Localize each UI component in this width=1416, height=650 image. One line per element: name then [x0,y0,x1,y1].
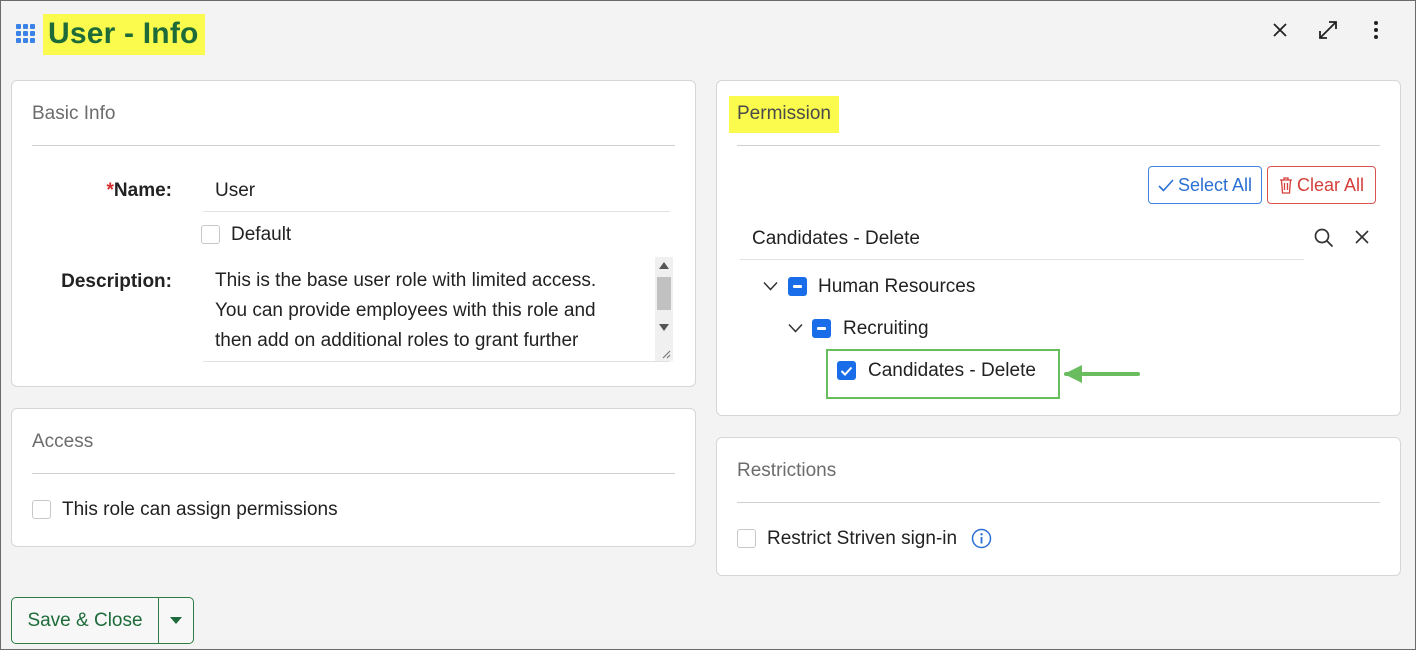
save-options-dropdown[interactable] [159,598,193,643]
divider [737,502,1380,503]
name-label: *Name: [60,180,172,202]
close-button[interactable] [1266,16,1294,44]
search-button[interactable] [1314,228,1336,250]
basic-info-title: Basic Info [32,103,116,124]
check-icon [840,366,853,376]
resize-grip-icon[interactable] [661,349,671,359]
save-button-group: Save & Close [11,597,194,644]
select-all-label: Select All [1177,174,1253,195]
save-close-button[interactable]: Save & Close [12,598,159,643]
trash-icon [1279,176,1292,194]
access-title: Access [32,431,94,452]
expand-button[interactable] [1314,16,1342,44]
tree-checkbox-checked[interactable] [837,361,856,380]
name-field[interactable]: User [215,180,255,202]
check-icon [1158,178,1174,192]
tree-node-recruiting[interactable]: Recruiting [843,318,929,340]
permission-title: Permission [737,103,831,124]
restrictions-title: Restrictions [737,460,837,481]
expand-icon [1319,21,1337,39]
description-line: This is the base user role with limited … [215,270,597,291]
restrict-signin-label: Restrict Striven sign-in [767,528,958,549]
restrictions-card [716,437,1401,576]
description-label: Description: [61,271,172,292]
tree-checkbox-indeterminate[interactable] [812,319,831,338]
description-underline [203,361,670,362]
clear-all-button[interactable]: Clear All [1267,166,1376,204]
required-mark: * [106,180,114,201]
divider [32,473,675,474]
default-checkbox[interactable] [201,225,220,244]
search-icon [1314,228,1334,248]
caret-down-icon [170,617,182,624]
select-all-button[interactable]: Select All [1148,166,1262,204]
more-vertical-icon [1374,21,1378,39]
grid-icon[interactable] [16,24,37,45]
scroll-up-icon[interactable] [659,262,669,269]
info-icon[interactable] [971,528,992,549]
restrict-signin-checkbox[interactable] [737,529,756,548]
chevron-down-icon[interactable] [763,281,778,291]
access-card [11,408,696,547]
permission-search-input[interactable]: Candidates - Delete [752,228,920,250]
scroll-down-icon[interactable] [659,324,669,331]
scroll-thumb[interactable] [657,277,671,310]
search-underline [740,259,1304,260]
description-textarea[interactable]: This is the base user role with limited … [215,266,645,356]
description-line: then add on additional roles to grant fu… [215,330,579,351]
assign-permissions-label: This role can assign permissions [62,499,338,520]
page-title: User - Info [48,17,199,50]
assign-permissions-checkbox[interactable] [32,500,51,519]
default-label: Default [231,224,292,245]
tree-checkbox-indeterminate[interactable] [788,277,807,296]
divider [737,145,1380,146]
close-icon [1273,23,1287,37]
tree-node-candidates-delete[interactable]: Candidates - Delete [868,360,1036,382]
description-line: You can provide employees with this role… [215,300,596,321]
arrow-left-icon [1064,365,1140,383]
clear-all-label: Clear All [1296,174,1365,195]
name-field-underline [203,211,670,212]
tree-node-human-resources[interactable]: Human Resources [818,276,975,298]
clear-search-button[interactable] [1354,229,1372,247]
chevron-down-icon[interactable] [788,323,803,333]
more-button[interactable] [1362,16,1390,44]
name-label-text: Name: [113,180,172,201]
close-icon [1355,230,1369,244]
divider [32,145,675,146]
description-scrollbar[interactable] [655,257,673,361]
